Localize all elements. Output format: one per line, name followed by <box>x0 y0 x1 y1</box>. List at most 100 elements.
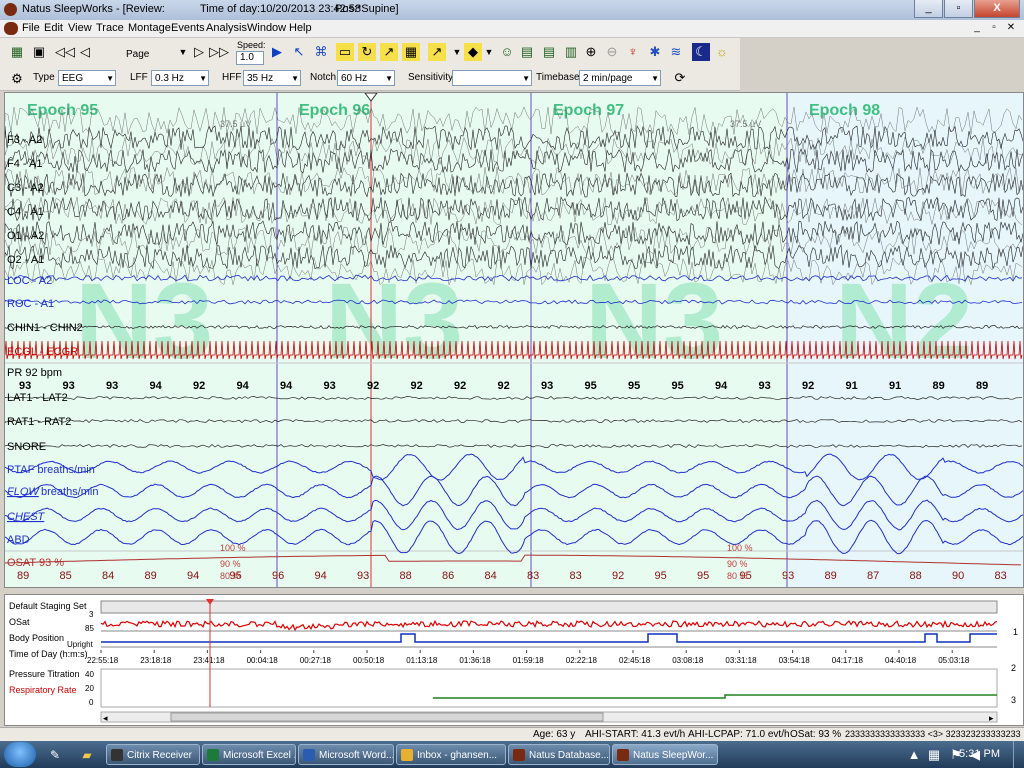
timebase-select[interactable]: 2 min/page ▼ <box>579 70 661 86</box>
montage-icon[interactable]: ▦ <box>8 43 26 61</box>
menu-montage[interactable]: Montage <box>128 22 171 34</box>
quicklaunch-icon[interactable]: ✎ <box>46 746 64 764</box>
overview-panel[interactable]: Default Staging Set OSat Body Position Time… <box>4 594 1024 726</box>
time-label: 23:18:18 <box>140 656 172 665</box>
close-button[interactable]: X <box>974 0 1020 18</box>
tray-arrow-icon[interactable]: ▲ <box>905 746 923 764</box>
eeg-channel-label: C3 - A2 <box>7 182 44 194</box>
lat-label: LAT1 - LAT2 <box>7 392 68 404</box>
ptaf-label: PTAF breaths/min <box>7 464 95 476</box>
show-desktop-button[interactable] <box>1013 741 1024 768</box>
menu-window[interactable]: Window <box>247 22 286 34</box>
word-icon <box>303 749 315 761</box>
trace-view[interactable]: N3 N3 N3 N2 Epoch 95 Epoch 96 Epoch 97 Epoch 9… <box>4 92 1024 588</box>
play-icon[interactable]: ▶ <box>268 43 286 61</box>
y-tick-label: 40 <box>85 670 94 679</box>
taskbar-citrix[interactable]: Citrix Receiver <box>106 744 200 765</box>
day-icon[interactable]: ☼ <box>713 43 731 61</box>
mdi-close-icon[interactable]: ✕ <box>1004 21 1018 34</box>
doc-icon[interactable] <box>4 22 18 35</box>
side-number: 1 <box>1013 627 1018 637</box>
staging-bar[interactable] <box>100 600 998 614</box>
mark-icon[interactable]: ↗ <box>428 43 446 61</box>
overview-canvas[interactable]: Default Staging Set OSat Body Position Time… <box>5 595 1023 725</box>
osat-value: 83 <box>995 570 1007 582</box>
maximize-button[interactable]: ▫ <box>944 0 973 18</box>
osat-value: 90 <box>952 570 964 582</box>
chin-label: CHIN1 - CHIN2 <box>7 322 83 334</box>
menu-file[interactable]: File <box>22 22 40 34</box>
zoom-in-icon[interactable]: ⊕ <box>582 43 600 61</box>
trace-canvas[interactable]: N3 N3 N3 N2 Epoch 95 Epoch 96 Epoch 97 Epoch 9… <box>5 93 1023 587</box>
zoom-out-icon[interactable]: ⊖ <box>603 43 621 61</box>
menu-help[interactable]: Help <box>289 22 312 34</box>
taskbar-word[interactable]: Microsoft Word... <box>298 744 394 765</box>
osat-scale-label: 80 % <box>727 571 748 581</box>
first-page-icon[interactable]: ◁◁ <box>55 43 75 61</box>
taskbar-natus-sleepworks[interactable]: Natus SleepWor... <box>612 744 718 765</box>
report-icon[interactable]: ▤ <box>518 43 536 61</box>
grid-event-icon[interactable]: ▦ <box>402 43 420 61</box>
flag-dropdown-icon[interactable]: ▼ <box>480 43 498 61</box>
taskbar-natus-db[interactable]: Natus Database... <box>508 744 610 765</box>
title-bar: Natus SleepWorks - [Review: Time of day:… <box>0 0 1024 21</box>
minimize-button[interactable]: _ <box>914 0 943 18</box>
arrow-event-icon[interactable]: ↗ <box>380 43 398 61</box>
pr-value: 95 <box>672 380 684 392</box>
taskbar-excel[interactable]: Microsoft Excel ... <box>202 744 296 765</box>
night-icon[interactable]: ☾ <box>692 43 710 61</box>
hff-select[interactable]: 35 Hz ▼ <box>243 70 301 86</box>
sensitivity-settings-icon[interactable]: ⚙ <box>8 70 26 88</box>
pr-value: 93 <box>759 380 771 392</box>
flow-unit-label: breaths/min <box>41 486 98 498</box>
report2-icon[interactable]: ▤ <box>540 43 558 61</box>
epoch-label: Epoch 95 <box>27 102 98 119</box>
speed-input[interactable]: 1.0 <box>236 51 264 65</box>
next-page-icon[interactable]: ▷ <box>190 43 208 61</box>
overview-scrollbar-thumb[interactable] <box>170 712 604 722</box>
menu-events[interactable]: Events <box>171 22 205 34</box>
notch-select[interactable]: 60 Hz ▼ <box>337 70 395 86</box>
start-button[interactable] <box>4 742 36 767</box>
pr-value: 93 <box>19 380 31 392</box>
video-icon[interactable]: ▣ <box>30 43 48 61</box>
sensitivity-select[interactable]: ▼ <box>452 70 532 86</box>
chevron-down-icon: ▼ <box>291 74 299 83</box>
report3-icon[interactable]: ▥ <box>562 43 580 61</box>
folder-icon[interactable]: ▰ <box>78 746 96 764</box>
time-label: 03:08:18 <box>672 656 704 665</box>
runner-icon[interactable]: ♆ <box>624 43 642 61</box>
cursor-icon[interactable]: ↖ <box>290 43 308 61</box>
lff-select[interactable]: 0.3 Hz ▼ <box>151 70 209 86</box>
abd-label: ABD <box>7 534 30 546</box>
menu-view[interactable]: View <box>68 22 92 34</box>
reload-icon[interactable]: ⟳ <box>671 69 689 87</box>
status-ahi-lcpap: AHI-LCPAP: 71.0 evt/h <box>688 729 790 740</box>
type-select[interactable]: EEG ▼ <box>58 70 116 86</box>
osat-value: 88 <box>400 570 412 582</box>
prev-page-icon[interactable]: ◁ <box>76 43 94 61</box>
speed-label: Speed: <box>237 40 266 50</box>
menu-analysis[interactable]: Analysis <box>206 22 247 34</box>
waves-icon[interactable]: ≋ <box>667 43 685 61</box>
mdi-minimize-icon[interactable]: _ <box>970 21 984 34</box>
taskbar-inbox[interactable]: Inbox - ghansen... <box>396 744 506 765</box>
event-icon[interactable]: ⌘ <box>312 43 330 61</box>
respiratory-plot[interactable] <box>100 668 998 708</box>
menu-edit[interactable]: Edit <box>44 22 63 34</box>
settings-icon[interactable]: ✱ <box>646 43 664 61</box>
mdi-restore-icon[interactable]: ▫ <box>987 21 1001 34</box>
refresh-event-icon[interactable]: ↻ <box>358 43 376 61</box>
app-icon[interactable] <box>4 3 17 16</box>
y-tick-label: 20 <box>85 684 94 693</box>
last-page-icon[interactable]: ▷▷ <box>209 43 229 61</box>
pr-value: 91 <box>846 380 858 392</box>
eeg-channel-label: F4 - A1 <box>7 158 42 170</box>
type-value: EEG <box>62 73 84 84</box>
notch-value: 60 Hz <box>341 73 368 84</box>
menu-trace[interactable]: Trace <box>96 22 124 34</box>
people-icon[interactable]: ☺ <box>498 43 516 61</box>
scroll-right-icon: ▸ <box>989 713 994 723</box>
tray-network-icon[interactable]: ▦ <box>925 746 943 764</box>
note-icon[interactable]: ▭ <box>336 43 354 61</box>
